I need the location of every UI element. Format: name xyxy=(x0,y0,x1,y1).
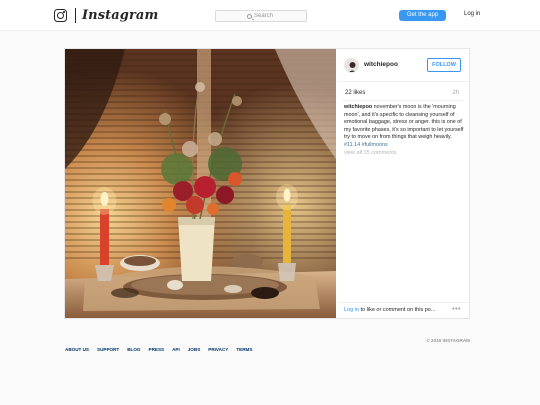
instagram-wordmark[interactable]: Instagram xyxy=(82,8,158,23)
post-age[interactable]: 2h xyxy=(452,90,459,96)
instagram-camera-logo-icon[interactable] xyxy=(54,9,67,22)
get-the-app-button[interactable]: Get the app xyxy=(399,10,446,21)
post-photo-image xyxy=(65,49,336,318)
footer-links: ABOUT US SUPPORT BLOG PRESS API JOBS PRIVACY TE… xyxy=(65,338,260,356)
stats-divider xyxy=(343,100,465,101)
footer-link-privacy[interactable]: PRIVACY xyxy=(208,347,228,352)
post-card: witchiepoo FOLLOW 22 likes 2h witchiepoo… xyxy=(64,48,470,319)
footer-link-press[interactable]: PRESS xyxy=(149,347,165,352)
comment-prompt: Log in to like or comment on this po... xyxy=(344,307,444,313)
post-photo[interactable] xyxy=(65,49,336,318)
avatar-image xyxy=(345,59,358,72)
comment-bar: Log in to like or comment on this po... … xyxy=(337,302,470,318)
footer-link-blog[interactable]: BLOG xyxy=(127,347,140,352)
footer-link-about-us[interactable]: ABOUT US xyxy=(65,347,89,352)
caption-username[interactable]: witchiepoo xyxy=(344,104,372,110)
post-sidebar: witchiepoo FOLLOW 22 likes 2h witchiepoo… xyxy=(337,49,470,318)
search-icon xyxy=(247,13,252,19)
follow-button[interactable]: FOLLOW xyxy=(427,58,461,72)
footer-link-jobs[interactable]: JOBS xyxy=(188,347,201,352)
post-stats: 22 likes 2h xyxy=(337,85,470,100)
comment-login-link[interactable]: Log in xyxy=(344,307,359,313)
logo-divider xyxy=(75,8,76,23)
search-input[interactable] xyxy=(254,11,304,21)
footer-link-terms[interactable]: TERMS xyxy=(236,347,252,352)
top-navigation-bar: Instagram Get the app Log in xyxy=(0,0,540,31)
view-all-comments-link[interactable]: view all 15 comments xyxy=(344,150,397,156)
post-author-header: witchiepoo FOLLOW xyxy=(337,49,470,82)
avatar[interactable] xyxy=(344,58,359,73)
login-link[interactable]: Log in xyxy=(464,11,480,17)
footer-link-support[interactable]: SUPPORT xyxy=(97,347,119,352)
post-username[interactable]: witchiepoo xyxy=(364,61,398,68)
copyright: © 2016 INSTAGRAM xyxy=(426,338,470,343)
search-box[interactable] xyxy=(215,10,307,22)
post-caption: witchiepoo november's moon is the 'mourn… xyxy=(344,104,468,150)
footer-link-api[interactable]: API xyxy=(172,347,180,352)
footer: ABOUT US SUPPORT BLOG PRESS API JOBS PRIVACY TE… xyxy=(64,338,470,352)
more-horizontal-icon[interactable]: ••• xyxy=(452,306,461,313)
likes-count[interactable]: 22 likes xyxy=(345,90,365,96)
caption-hashtags[interactable]: #11.14 #fullmoons xyxy=(344,142,388,148)
comment-prompt-text: to like or comment on this po... xyxy=(359,307,436,313)
